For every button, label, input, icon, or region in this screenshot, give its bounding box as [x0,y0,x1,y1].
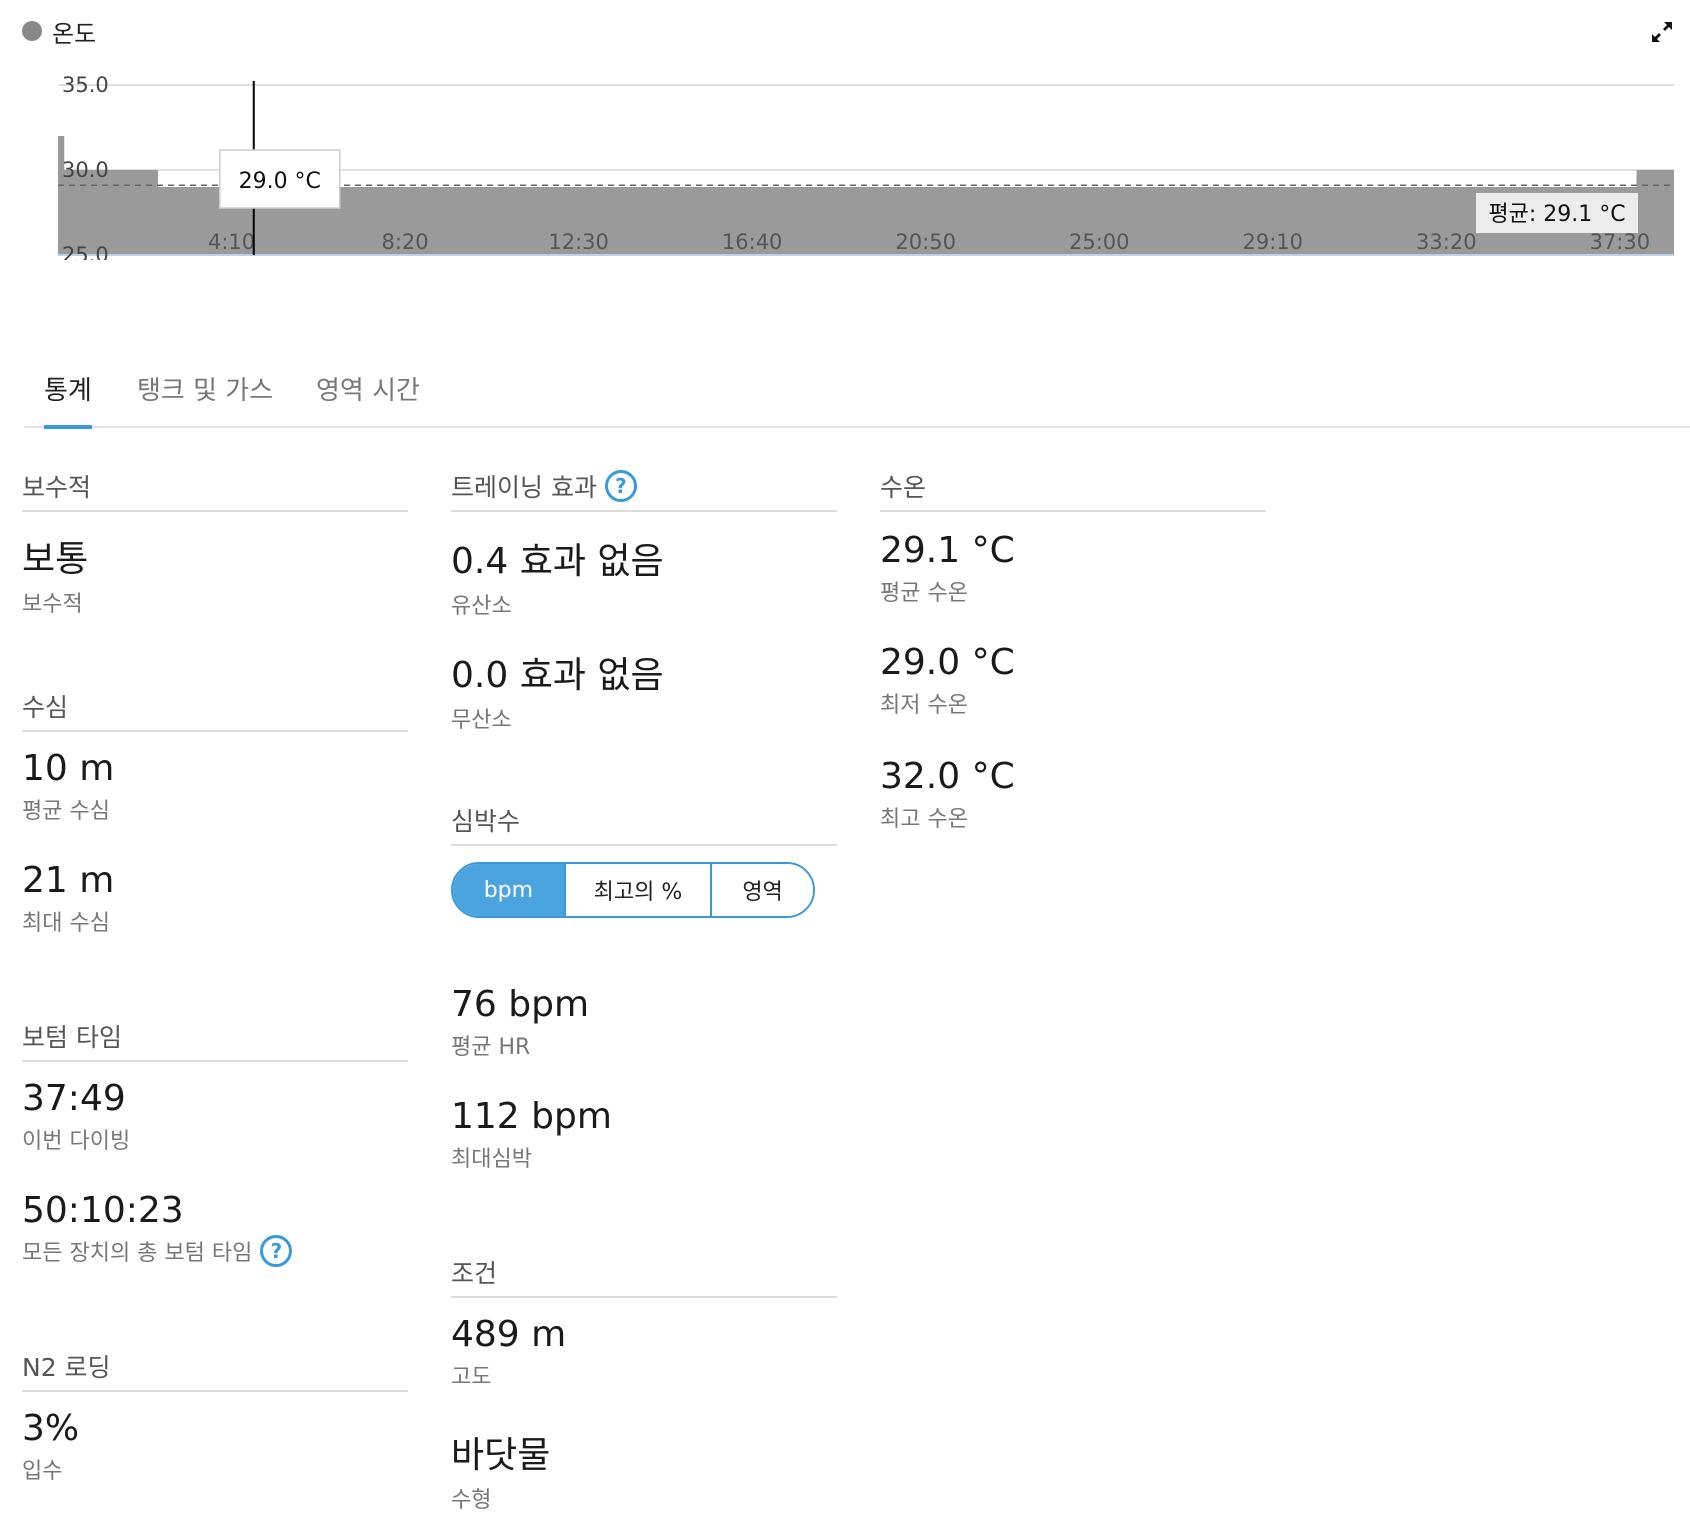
metric-value: 32.0 °C [880,756,1015,797]
metric: 10 m 평균 수심 [22,748,114,825]
question-circle-icon[interactable]: ? [260,1235,293,1267]
tooltip-text: 29.0 °C [239,169,321,194]
metric-label: 모든 장치의 총 보텀 타임 ? [22,1235,293,1267]
section-heart-rate: 심박수 bpm 최고의 % 영역 76 bpm 평균 HR 112 bpm 최대… [451,802,837,1202]
metric-value: 29.1 °C [880,530,1015,571]
section-title: 보수적 [22,468,408,512]
metric-value: 3% [22,1408,80,1449]
metric-value: 50:10:23 [22,1190,184,1231]
section-water-temp: 수온 29.1 °C 평균 수온 29.0 °C 최저 수온 32.0 °C 최… [880,468,1266,848]
section-title: 심박수 [451,802,837,846]
metric: 37:49 이번 다이빙 [22,1078,130,1155]
metric: 76 bpm 평균 HR [451,984,589,1061]
x-tick-label: 33:20 [1416,230,1477,254]
metric: 0.0 효과 없음 무산소 [451,646,664,734]
metric-label: 보수적 [22,592,83,617]
metric-label: 최저 수온 [880,693,968,718]
metric-value: 0.4 효과 없음 [451,541,664,582]
metric-label: 수형 [451,1488,492,1513]
metric: 50:10:23 모든 장치의 총 보텀 타임 ? [22,1190,293,1267]
metric-value: 112 bpm [451,1096,612,1137]
section-conservatism: 보수적 보통 보수적 [22,468,408,638]
x-tick-label: 37:30 [1590,230,1651,254]
section-title: 보텀 타임 [22,1018,408,1062]
metric: 3% 입수 [22,1408,79,1485]
section-title: N2 로딩 [22,1348,408,1392]
metric-label: 평균 HR [451,1035,531,1060]
legend-dot-icon [22,21,42,41]
metric-label: 최대 수심 [22,911,110,936]
metric-label: 최대심박 [451,1147,532,1172]
metric: 489 m 고도 [451,1314,566,1391]
metric-value: 10 m [22,748,115,789]
metric-label: 입수 [22,1459,63,1484]
tab-zone-time[interactable]: 영역 시간 [316,370,420,425]
metric-value: 보통 [22,539,89,580]
section-bottom-time: 보텀 타임 37:49 이번 다이빙 50:10:23 모든 장치의 총 보텀 … [22,1018,408,1298]
x-tick-label: 8:20 [381,230,428,254]
question-circle-icon[interactable]: ? [604,470,637,502]
y-tick-label: 25.0 [62,243,109,260]
metric-value: 76 bpm [451,984,590,1025]
x-tick-label: 4:10 [208,230,255,254]
section-conditions: 조건 489 m 고도 바닷물 수형 [451,1254,837,1514]
section-title: 트레이닝 효과 ? [451,468,837,512]
average-label: 평균: 29.1 °C [1488,202,1625,227]
heart-rate-unit-toggle[interactable]: bpm 최고의 % 영역 [451,862,815,918]
metric-label: 평균 수심 [22,799,110,824]
metric: 바닷물 수형 [451,1426,550,1514]
x-tick-label: 16:40 [722,230,783,254]
chart-header: 온도 [22,14,96,48]
tab-bar: 통계 탱크 및 가스 영역 시간 [24,360,1690,429]
section-title: 수심 [22,688,408,732]
y-tick-label: 30.0 [62,158,109,182]
chart-title: 온도 [52,19,97,48]
metric-label: 평균 수온 [880,581,968,606]
metric: 29.0 °C 최저 수온 [880,642,1015,719]
metric-value: 37:49 [22,1078,126,1119]
section-n2-loading: N2 로딩 3% 입수 [22,1348,408,1498]
y-tick-label: 35.0 [62,73,109,97]
metric-label: 무산소 [451,708,512,733]
metric: 32.0 °C 최고 수온 [880,756,1015,833]
x-tick-label: 20:50 [895,230,956,254]
metric: 112 bpm 최대심박 [451,1096,612,1173]
x-tick-label: 25:00 [1069,230,1130,254]
toggle-max-percent[interactable]: 최고의 % [563,864,711,916]
section-title: 조건 [451,1254,837,1298]
metric-value: 29.0 °C [880,642,1015,683]
metric: 29.1 °C 평균 수온 [880,530,1015,607]
metric: 21 m 최대 수심 [22,860,114,937]
metric: 보통 보수적 [22,530,88,618]
metric-value: 바닷물 [451,1435,551,1476]
metric-label: 고도 [451,1365,492,1390]
x-tick-label: 29:10 [1243,230,1304,254]
toggle-zone[interactable]: 영역 [710,864,813,916]
metric-value: 21 m [22,860,115,901]
metric: 0.4 효과 없음 유산소 [451,532,664,620]
x-tick-label: 12:30 [548,230,609,254]
metric-label-text: 모든 장치의 총 보텀 타임 [22,1241,253,1266]
metric-value: 489 m [451,1314,567,1355]
expand-icon[interactable] [1648,18,1676,46]
tab-stats[interactable]: 통계 [44,370,92,429]
section-title: 수온 [880,468,1266,512]
toggle-bpm[interactable]: bpm [453,864,564,916]
metric-label: 이번 다이빙 [22,1129,131,1154]
metric-value: 0.0 효과 없음 [451,655,664,696]
tab-tanks-gas[interactable]: 탱크 및 가스 [137,370,273,425]
section-depth: 수심 10 m 평균 수심 21 m 최대 수심 [22,688,408,968]
temperature-chart[interactable]: 35.0 30.0 25.0 4:10 8:20 12:30 16:40 20:50 25:00… [0,60,1690,260]
section-training-effect: 트레이닝 효과 ? 0.4 효과 없음 유산소 0.0 효과 없음 무산소 [451,468,837,748]
metric-label: 최고 수온 [880,807,968,832]
section-title-text: 트레이닝 효과 [451,473,597,502]
metric-label: 유산소 [451,594,512,619]
